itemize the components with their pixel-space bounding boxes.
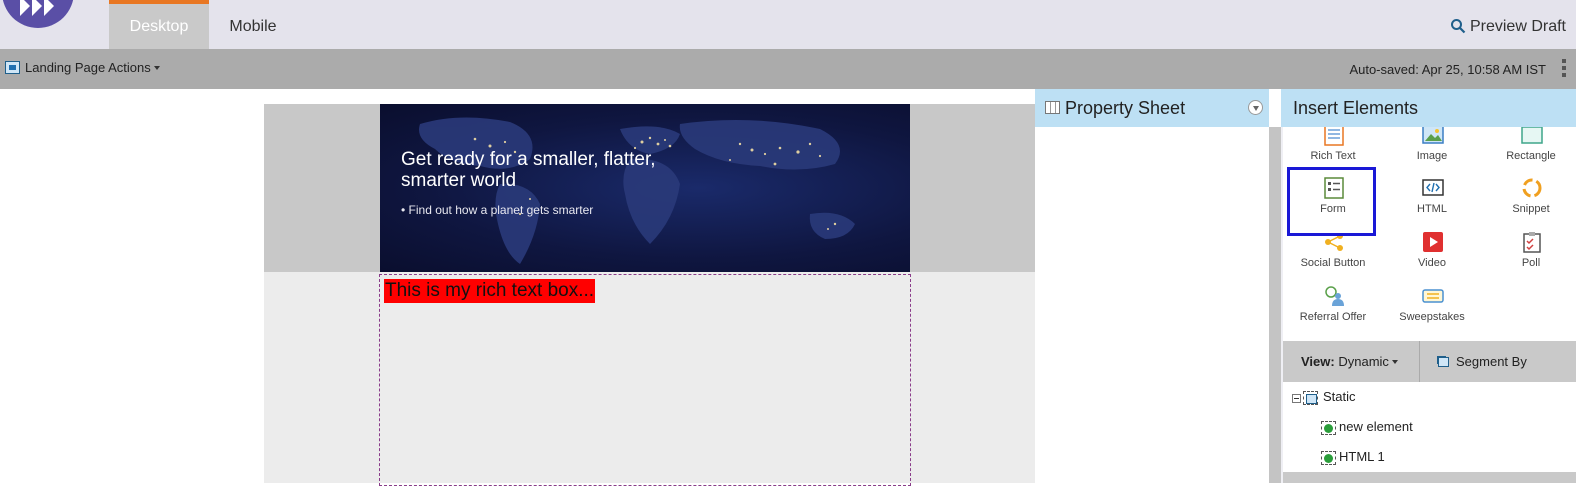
app-logo[interactable] (2, 0, 74, 28)
segment-icon (1438, 357, 1449, 367)
insert-elements-panel: Insert Elements Rich Text Image Rectangl… (1281, 89, 1576, 483)
insert-elements-title: Insert Elements (1293, 98, 1419, 118)
rich-text-icon (1324, 127, 1344, 146)
static-section-icon (1303, 391, 1318, 405)
palette-item-sweepstakes[interactable]: Sweepstakes (1384, 279, 1480, 333)
view-label: View: (1301, 354, 1335, 369)
collapse-toggle-icon[interactable] (1292, 394, 1301, 403)
preview-draft-label: Preview Draft (1469, 18, 1566, 35)
image-icon (1422, 127, 1444, 144)
banner-image[interactable]: Get ready for a smaller, flatter, smarte… (380, 104, 910, 272)
segment-by-label: Segment By (1456, 354, 1527, 369)
palette-item-video[interactable]: Video (1384, 225, 1480, 279)
search-icon (1450, 19, 1466, 34)
palette-item-referral-offer[interactable]: Referral Offer (1285, 279, 1381, 333)
palette-label: HTML (1417, 203, 1447, 215)
preview-draft-button[interactable]: Preview Draft (1450, 0, 1566, 49)
element-status-icon (1321, 451, 1336, 465)
referral-offer-icon (1325, 286, 1344, 306)
top-tab-bar: Desktop Mobile Preview Draft (0, 0, 1576, 49)
palette-item-rectangle[interactable]: Rectangle (1483, 127, 1576, 172)
tree-node-label: new element (1339, 419, 1413, 434)
collapse-icon[interactable] (1248, 100, 1263, 115)
palette-label: Poll (1521, 257, 1541, 269)
view-toolbar: View: Dynamic Segment By (1283, 341, 1576, 382)
caret-down-icon (1391, 360, 1398, 364)
page-canvas: Get ready for a smaller, flatter, smarte… (264, 104, 1035, 486)
landing-page-icon (5, 61, 20, 74)
palette-label: Social Button (1300, 257, 1366, 269)
actions-toolbar: Landing Page Actions Auto-saved: Apr 25,… (0, 49, 1576, 89)
view-value: Dynamic (1338, 354, 1389, 369)
property-sheet-header: Property Sheet (1035, 89, 1269, 127)
caret-down-icon (153, 66, 160, 70)
rich-text-element[interactable]: This is my rich text box... (379, 274, 911, 486)
autosave-status: Auto-saved: Apr 25, 10:58 AM IST (1349, 62, 1546, 77)
property-sheet-title: Property Sheet (1065, 98, 1186, 118)
palette-label: Rectangle (1506, 150, 1556, 162)
palette-item-poll[interactable]: Poll (1483, 225, 1576, 279)
view-dropdown[interactable]: View: Dynamic (1301, 354, 1398, 369)
logo-icon (20, 0, 54, 16)
tab-desktop[interactable]: Desktop (109, 0, 209, 49)
palette-label: Image (1416, 150, 1448, 162)
element-status-icon (1321, 421, 1336, 435)
palette-label: Snippet (1512, 203, 1550, 215)
insert-elements-header: Insert Elements (1281, 89, 1576, 127)
form-highlight-box (1287, 167, 1376, 236)
tree-node-html-1[interactable]: HTML 1 (1283, 442, 1576, 472)
banner-heading: Get ready for a smaller, flatter, smarte… (401, 149, 656, 191)
rich-text-content[interactable]: This is my rich text box... (384, 279, 596, 303)
property-sheet-panel: Property Sheet (1035, 89, 1269, 483)
palette-item-snippet[interactable]: Snippet (1483, 171, 1576, 225)
rectangle-icon (1521, 127, 1543, 144)
segment-by-button[interactable]: Segment By (1438, 354, 1527, 369)
canvas-margin (0, 89, 264, 483)
grid-icon (1045, 101, 1060, 114)
tree-node-new-element[interactable]: new element (1283, 412, 1576, 442)
landing-page-actions-menu[interactable]: Landing Page Actions (5, 60, 160, 75)
more-options-icon[interactable] (1562, 59, 1566, 79)
palette-item-html[interactable]: HTML (1384, 171, 1480, 225)
video-icon (1423, 232, 1443, 252)
palette-item-image[interactable]: Image (1384, 127, 1480, 172)
panel-splitter[interactable] (1269, 127, 1281, 483)
tab-mobile[interactable]: Mobile (213, 0, 293, 49)
palette-label: Sweepstakes (1399, 311, 1465, 323)
sweepstakes-icon (1422, 289, 1444, 303)
html-icon (1422, 179, 1444, 196)
poll-icon (1523, 232, 1541, 253)
tree-node-selected[interactable] (1283, 472, 1576, 483)
tree-node-label: HTML 1 (1339, 449, 1385, 464)
palette-label: Rich Text (1310, 150, 1356, 162)
tree-node-label: Static (1323, 389, 1356, 404)
palette-label: Video (1418, 257, 1446, 269)
palette-label: Referral Offer (1299, 311, 1367, 323)
palette-item-rich-text[interactable]: Rich Text (1285, 127, 1381, 172)
snippet-icon (1522, 178, 1542, 198)
banner-subtext: • Find out how a planet gets smarter (401, 203, 594, 217)
toolbar-divider (1419, 341, 1420, 382)
element-tree: Static new element HTML 1 (1283, 382, 1576, 483)
tree-node-static[interactable]: Static (1283, 382, 1576, 412)
landing-page-actions-label: Landing Page Actions (25, 60, 151, 75)
